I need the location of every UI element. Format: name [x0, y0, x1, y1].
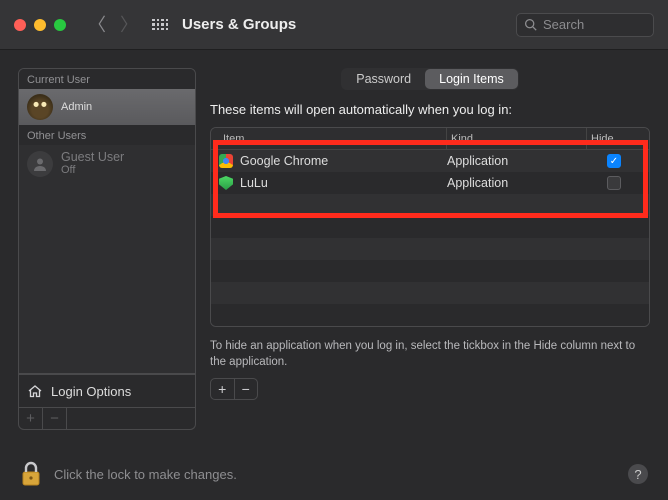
column-header-kind[interactable]: Kind: [447, 128, 587, 149]
current-user-section-label: Current User: [19, 69, 195, 89]
login-options-button[interactable]: Login Options: [18, 374, 196, 408]
table-row: [211, 194, 649, 216]
table-row: [211, 216, 649, 238]
main-pane: Password Login Items These items will op…: [210, 68, 650, 430]
user-add-remove-bar: + −: [18, 408, 196, 430]
guest-user-row[interactable]: Guest User Off: [19, 145, 195, 182]
avatar: [27, 151, 53, 177]
help-button[interactable]: ?: [628, 464, 648, 484]
window-title: Users & Groups: [182, 16, 296, 33]
item-kind: Application: [447, 176, 587, 190]
user-name: Guest User: [61, 150, 124, 164]
table-row[interactable]: Google Chrome Application ✓: [211, 150, 649, 172]
column-header-hide[interactable]: Hide: [587, 128, 641, 149]
add-user-button[interactable]: +: [19, 408, 43, 429]
nav-arrows: 〈 〉: [88, 16, 138, 34]
search-icon: [524, 18, 537, 31]
login-items-table: Item Kind Hide Google Chrome Application…: [210, 127, 650, 327]
hide-checkbox[interactable]: ✓: [607, 154, 621, 168]
item-add-remove-bar: + −: [210, 378, 258, 400]
tab-login-items[interactable]: Login Items: [425, 69, 518, 89]
avatar: [27, 94, 53, 120]
table-row: [211, 282, 649, 304]
table-row: [211, 238, 649, 260]
hint-text: To hide an application when you log in, …: [210, 339, 650, 370]
footer: Click the lock to make changes. ?: [0, 448, 668, 500]
zoom-window-button[interactable]: [54, 19, 66, 31]
item-kind: Application: [447, 154, 587, 168]
lock-icon[interactable]: [20, 461, 42, 487]
user-list: Current User Admin Other Users Guest Use…: [18, 68, 196, 374]
forward-button[interactable]: 〉: [120, 16, 138, 34]
hide-checkbox[interactable]: [607, 176, 621, 190]
table-row: [211, 260, 649, 282]
intro-text: These items will open automatically when…: [210, 102, 650, 117]
remove-user-button[interactable]: −: [43, 408, 67, 429]
window-controls: [14, 19, 66, 31]
user-status: Off: [61, 164, 124, 177]
show-all-icon[interactable]: [152, 17, 168, 33]
item-name: Google Chrome: [240, 154, 328, 168]
login-options-label: Login Options: [51, 384, 131, 399]
tab-password[interactable]: Password: [342, 69, 425, 89]
app-icon: [219, 154, 233, 168]
titlebar: 〈 〉 Users & Groups Search: [0, 0, 668, 50]
tablist: Password Login Items: [341, 68, 519, 90]
user-role: Admin: [61, 101, 92, 114]
add-item-button[interactable]: +: [211, 379, 235, 399]
table-row[interactable]: LuLu Application: [211, 172, 649, 194]
house-icon: [27, 383, 43, 399]
table-row: [211, 304, 649, 326]
search-placeholder: Search: [543, 17, 584, 32]
sidebar: Current User Admin Other Users Guest Use…: [18, 68, 196, 430]
remove-item-button[interactable]: −: [235, 379, 258, 399]
close-window-button[interactable]: [14, 19, 26, 31]
lock-text: Click the lock to make changes.: [54, 467, 237, 482]
table-header: Item Kind Hide: [211, 128, 649, 150]
app-icon: [219, 176, 233, 190]
search-field[interactable]: Search: [516, 13, 654, 37]
column-header-item[interactable]: Item: [219, 128, 447, 149]
minimize-window-button[interactable]: [34, 19, 46, 31]
back-button[interactable]: 〈: [88, 16, 106, 34]
item-name: LuLu: [240, 176, 268, 190]
other-users-section-label: Other Users: [19, 125, 195, 145]
current-user-row[interactable]: Admin: [19, 89, 195, 125]
